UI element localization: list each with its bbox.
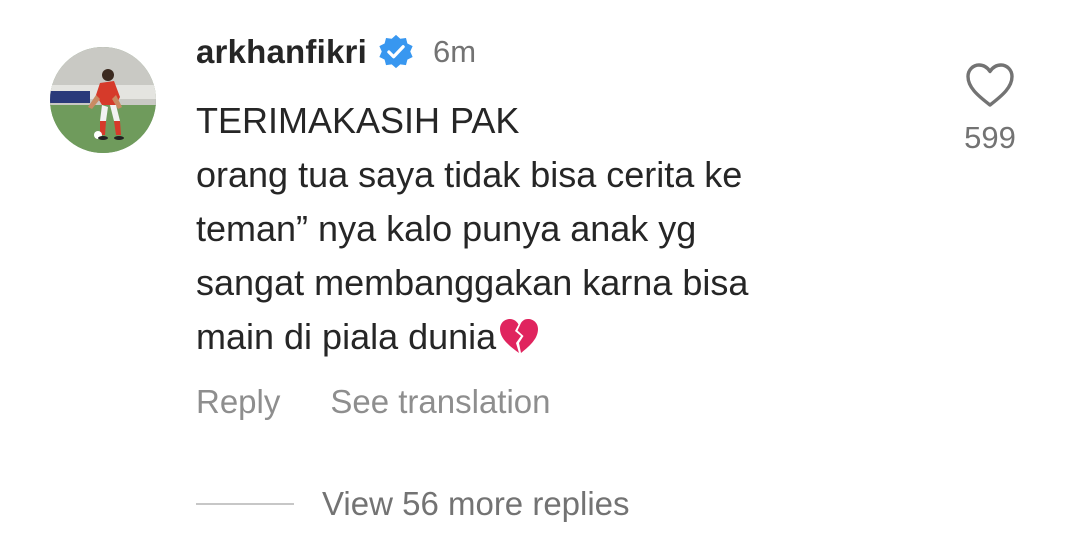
- comment-timestamp: 6m: [432, 34, 477, 69]
- comment-line-last: main di piala dunia: [196, 310, 936, 364]
- verified-badge-icon: [377, 33, 415, 71]
- see-translation-button[interactable]: See translation: [330, 383, 550, 421]
- avatar-photo: [50, 47, 156, 153]
- comment-actions: Reply See translation: [196, 380, 551, 424]
- comment-line: teman” nya kalo punya anak yg: [196, 208, 697, 249]
- comment-line: TERIMAKASIH PAK: [196, 100, 520, 141]
- comment-item: arkhanfikri 6m TERIMAKASIH PAK orang tua…: [0, 0, 1080, 541]
- view-more-replies-button[interactable]: View 56 more replies: [196, 482, 630, 526]
- divider: [196, 503, 294, 505]
- comment-line-text: main di piala dunia: [196, 316, 497, 357]
- username[interactable]: arkhanfikri: [196, 33, 367, 71]
- like-group: 599: [950, 62, 1030, 156]
- reply-button[interactable]: Reply: [196, 383, 280, 421]
- comment-header: arkhanfikri 6m: [196, 28, 476, 76]
- like-count: 599: [964, 120, 1016, 155]
- view-more-replies-label: View 56 more replies: [322, 485, 630, 522]
- heart-icon[interactable]: [965, 62, 1015, 108]
- comment-line: sangat membanggakan karna bisa: [196, 262, 749, 303]
- comment-line: orang tua saya tidak bisa cerita ke: [196, 154, 743, 195]
- comment-text: TERIMAKASIH PAK orang tua saya tidak bis…: [196, 94, 936, 364]
- avatar[interactable]: [50, 47, 156, 153]
- broken-heart-emoji-icon: [498, 316, 540, 354]
